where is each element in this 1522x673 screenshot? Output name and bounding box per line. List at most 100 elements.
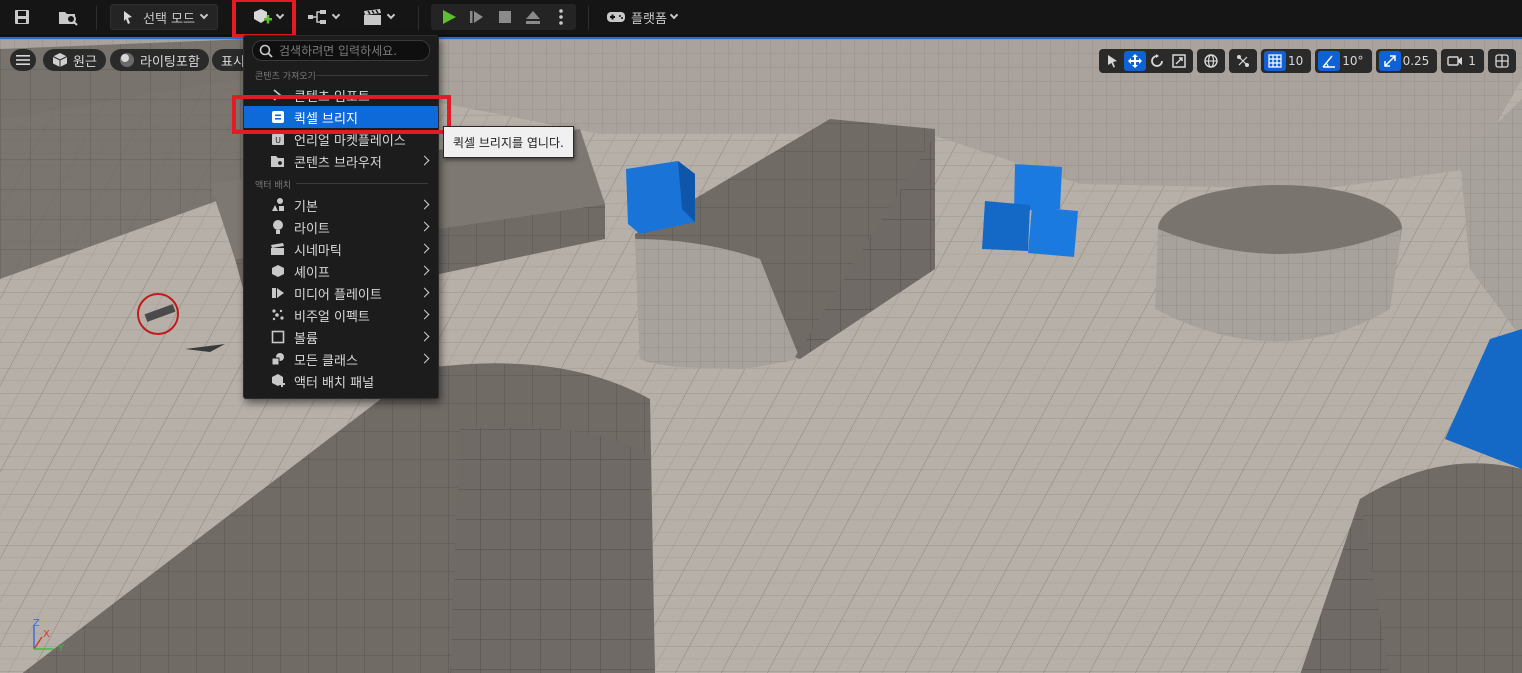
menu-item-label: 모든 클래스 bbox=[294, 353, 358, 369]
move-tool-icon[interactable] bbox=[1124, 51, 1146, 71]
angle-icon[interactable] bbox=[1318, 51, 1341, 71]
menu-item-label: 볼륨 bbox=[294, 331, 318, 347]
import-icon bbox=[270, 87, 286, 103]
save-icon[interactable] bbox=[8, 4, 36, 30]
lighting-mode-button[interactable]: 라이팅포함 bbox=[110, 49, 209, 71]
step-icon[interactable] bbox=[465, 4, 489, 30]
lighting-label: 라이팅포함 bbox=[140, 54, 200, 70]
chevron-down-icon bbox=[386, 10, 396, 20]
menu-item-label: 언리얼 마켓플레이스 bbox=[294, 133, 406, 149]
menu-item-content-browser[interactable]: 콘텐츠 브라우저 bbox=[244, 150, 438, 172]
selection-mode-dropdown[interactable]: 선택 모드 bbox=[110, 4, 218, 30]
chevron-right-icon bbox=[419, 243, 430, 254]
transform-toolbar: 10 10° 0.25 1 bbox=[1099, 49, 1520, 73]
basic-shapes-icon bbox=[270, 197, 286, 213]
platform-icon bbox=[607, 12, 626, 22]
select-tool-icon[interactable] bbox=[1102, 51, 1124, 71]
surface-snap-icon[interactable] bbox=[1232, 51, 1254, 71]
stop-icon[interactable] bbox=[493, 4, 517, 30]
surface-snap bbox=[1229, 49, 1257, 73]
rotate-tool-icon[interactable] bbox=[1146, 51, 1168, 71]
grid-snap: 10 bbox=[1261, 49, 1312, 73]
menu-search bbox=[252, 40, 430, 61]
content-browser-icon bbox=[270, 153, 286, 169]
menu-item-cinematic[interactable]: 시네마틱 bbox=[244, 238, 438, 260]
menu-item-all-classes[interactable]: 모든 클래스 bbox=[244, 348, 438, 370]
lit-sphere-icon bbox=[120, 53, 134, 67]
blueprint-button[interactable] bbox=[302, 4, 344, 30]
grid-snap-value[interactable]: 10 bbox=[1286, 54, 1308, 68]
menu-item-shapes[interactable]: 셰이프 bbox=[244, 260, 438, 282]
menu-item-place-actors-panel[interactable]: 액터 배치 패널 bbox=[244, 370, 438, 392]
menu-item-quixel-bridge[interactable]: 퀵셀 브리지 bbox=[244, 106, 438, 128]
coordinate-space bbox=[1197, 49, 1225, 73]
add-actor-icon bbox=[254, 9, 272, 24]
cube-icon bbox=[52, 53, 68, 67]
add-actor-button[interactable] bbox=[243, 4, 291, 30]
light-bulb-icon bbox=[270, 219, 286, 235]
menu-item-label: 라이트 bbox=[294, 221, 330, 237]
chevron-right-icon bbox=[419, 331, 430, 342]
section-header-place: 액터 배치 bbox=[255, 181, 291, 191]
eject-icon[interactable] bbox=[521, 4, 545, 30]
select-mode-icon bbox=[124, 11, 132, 24]
section-divider bbox=[316, 75, 428, 76]
viewport-layout-icon[interactable] bbox=[1491, 51, 1513, 71]
hamburger-icon bbox=[16, 55, 30, 65]
clapperboard-icon bbox=[270, 241, 286, 257]
main-toolbar: 선택 모드 플랫폼 bbox=[0, 0, 1522, 38]
menu-search-input[interactable] bbox=[279, 43, 429, 58]
menu-item-visual-effects[interactable]: 비주얼 이펙트 bbox=[244, 304, 438, 326]
shape-icon bbox=[270, 263, 286, 279]
axis-z-label: Z bbox=[33, 618, 40, 629]
volume-icon bbox=[270, 329, 286, 345]
chevron-down-icon bbox=[669, 10, 679, 20]
camera-speed-value[interactable]: 1 bbox=[1466, 54, 1481, 68]
menu-item-label: 미디어 플레이트 bbox=[294, 287, 382, 303]
menu-item-label: 액터 배치 패널 bbox=[294, 375, 375, 391]
chevron-right-icon bbox=[419, 309, 430, 320]
vertical-dots-icon[interactable] bbox=[551, 4, 571, 30]
clapperboard-icon bbox=[364, 9, 381, 25]
transform-tools bbox=[1099, 49, 1193, 73]
viewport-menu-button[interactable] bbox=[10, 49, 36, 71]
platform-label: 플랫폼 bbox=[631, 11, 667, 27]
perspective-button[interactable]: 원근 bbox=[43, 49, 106, 71]
axis-x-label: X bbox=[43, 629, 50, 640]
bridge-icon bbox=[270, 109, 286, 125]
chevron-right-icon bbox=[419, 199, 430, 210]
tooltip: 퀵셀 브리지를 엽니다. bbox=[443, 126, 574, 158]
axis-y-label: Y bbox=[58, 643, 65, 654]
platform-dropdown[interactable]: 플랫폼 bbox=[602, 4, 680, 30]
scale-tool-icon[interactable] bbox=[1168, 51, 1190, 71]
globe-icon[interactable] bbox=[1200, 51, 1222, 71]
play-icon[interactable] bbox=[437, 4, 461, 30]
toolbar-separator bbox=[418, 6, 419, 30]
menu-item-label: 콘텐츠 브라우저 bbox=[294, 155, 382, 171]
menu-item-label: 비주얼 이펙트 bbox=[294, 309, 370, 325]
chevron-right-icon bbox=[419, 353, 430, 364]
camera-icon[interactable] bbox=[1444, 51, 1466, 71]
scale-snap-value[interactable]: 0.25 bbox=[1401, 54, 1435, 68]
cinematics-button[interactable] bbox=[358, 4, 398, 30]
level-viewport[interactable]: 원근 라이팅포함 표시 10 10° 0.25 1 Z X Y bbox=[0, 37, 1522, 673]
menu-item-basic[interactable]: 기본 bbox=[244, 194, 438, 216]
chevron-right-icon bbox=[419, 155, 430, 166]
toolbar-separator bbox=[588, 6, 589, 30]
rotation-snap-value[interactable]: 10° bbox=[1340, 54, 1368, 68]
content-browse-icon[interactable] bbox=[54, 4, 82, 30]
blueprint-icon bbox=[308, 10, 326, 24]
search-icon bbox=[259, 44, 273, 58]
scene-render bbox=[0, 39, 1522, 673]
grid-icon[interactable] bbox=[1264, 51, 1286, 71]
menu-item-media-plate[interactable]: 미디어 플레이트 bbox=[244, 282, 438, 304]
marketplace-icon: U bbox=[270, 131, 286, 147]
menu-item-marketplace[interactable]: U 언리얼 마켓플레이스 bbox=[244, 128, 438, 150]
menu-item-content-import[interactable]: 콘텐츠 임포트 bbox=[244, 84, 438, 106]
chevron-down-icon bbox=[275, 10, 285, 20]
menu-item-lights[interactable]: 라이트 bbox=[244, 216, 438, 238]
perspective-label: 원근 bbox=[73, 54, 97, 70]
rotation-snap: 10° bbox=[1315, 49, 1372, 73]
scale-snap-icon[interactable] bbox=[1378, 51, 1401, 71]
menu-item-volumes[interactable]: 볼륨 bbox=[244, 326, 438, 348]
